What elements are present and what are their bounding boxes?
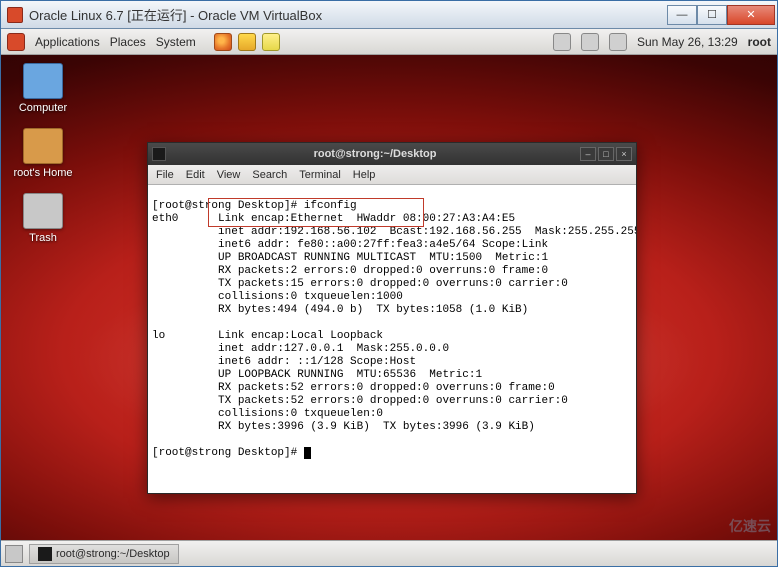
terminal-menu-search[interactable]: Search: [252, 169, 287, 181]
terminal-menu-help[interactable]: Help: [353, 169, 376, 181]
desktop-icon-computer[interactable]: Computer: [11, 63, 75, 114]
menu-system[interactable]: System: [156, 35, 196, 49]
desktop-icon-label: Computer: [11, 102, 75, 114]
outer-titlebar[interactable]: Oracle Linux 6.7 [正在运行] - Oracle VM Virt…: [1, 1, 777, 29]
outer-minimize-button[interactable]: —: [667, 5, 697, 25]
terminal-body[interactable]: [root@strong Desktop]# ifconfig eth0 Lin…: [148, 185, 636, 493]
terminal-output-line: inet addr:192.168.56.102 Bcast:192.168.5…: [152, 226, 636, 238]
taskbar-item-terminal[interactable]: root@strong:~/Desktop: [29, 544, 179, 564]
terminal-menu-view[interactable]: View: [217, 169, 241, 181]
gnome-bottom-panel: root@strong:~/Desktop: [1, 540, 777, 566]
menu-applications[interactable]: Applications: [35, 35, 100, 49]
terminal-icon: [38, 547, 52, 561]
terminal-maximize-button[interactable]: □: [598, 147, 614, 161]
terminal-menu-edit[interactable]: Edit: [186, 169, 205, 181]
terminal-output-line: RX bytes:3996 (3.9 KiB) TX bytes:3996 (3…: [152, 421, 535, 433]
volume-icon[interactable]: [553, 33, 571, 51]
home-folder-icon: [23, 128, 63, 164]
terminal-title: root@strong:~/Desktop: [172, 148, 578, 160]
terminal-output-line: TX packets:52 errors:0 dropped:0 overrun…: [152, 395, 568, 407]
virtualbox-icon: [7, 7, 23, 23]
terminal-output-line: inet addr:127.0.0.1 Mask:255.0.0.0: [152, 343, 449, 355]
clock[interactable]: Sun May 26, 13:29: [637, 35, 738, 49]
terminal-output-line: lo Link encap:Local Loopback: [152, 330, 383, 342]
terminal-menu-terminal[interactable]: Terminal: [299, 169, 341, 181]
terminal-output-line: inet6 addr: ::1/128 Scope:Host: [152, 356, 416, 368]
network-icon[interactable]: [581, 33, 599, 51]
gnome-foot-icon[interactable]: [7, 33, 25, 51]
terminal-output-line: RX packets:52 errors:0 dropped:0 overrun…: [152, 382, 555, 394]
watermark: 亿速云: [729, 516, 771, 536]
terminal-output-line: RX packets:2 errors:0 dropped:0 overruns…: [152, 265, 548, 277]
terminal-output-line: UP BROADCAST RUNNING MULTICAST MTU:1500 …: [152, 252, 548, 264]
computer-icon: [23, 63, 63, 99]
highlight-box: [208, 198, 424, 227]
show-desktop-button[interactable]: [5, 545, 23, 563]
outer-close-button[interactable]: ✕: [727, 5, 775, 25]
menu-places[interactable]: Places: [110, 35, 146, 49]
terminal-output-line: collisions:0 txqueuelen:1000: [152, 291, 403, 303]
terminal-window: root@strong:~/Desktop – □ × File Edit Vi…: [147, 142, 637, 494]
terminal-output-line: inet6 addr: fe80::a00:27ff:fea3:a4e5/64 …: [152, 239, 548, 251]
user-menu[interactable]: root: [748, 35, 771, 49]
mail-icon[interactable]: [238, 33, 256, 51]
virtualbox-window: Oracle Linux 6.7 [正在运行] - Oracle VM Virt…: [0, 0, 778, 567]
terminal-output-line: collisions:0 txqueuelen:0: [152, 408, 383, 420]
gnome-top-panel: Applications Places System Sun May 26, 1…: [1, 29, 777, 55]
battery-icon[interactable]: [609, 33, 627, 51]
desktop-icon-label: Trash: [11, 232, 75, 244]
terminal-prompt: [root@strong Desktop]#: [152, 447, 304, 459]
notes-icon[interactable]: [262, 33, 280, 51]
terminal-minimize-button[interactable]: –: [580, 147, 596, 161]
trash-icon: [23, 193, 63, 229]
desktop-icon-home[interactable]: root's Home: [11, 128, 75, 179]
terminal-output-line: TX packets:15 errors:0 dropped:0 overrun…: [152, 278, 568, 290]
outer-maximize-button[interactable]: ☐: [697, 5, 727, 25]
terminal-icon: [152, 147, 166, 161]
terminal-close-button[interactable]: ×: [616, 147, 632, 161]
terminal-menu-file[interactable]: File: [156, 169, 174, 181]
outer-window-title: Oracle Linux 6.7 [正在运行] - Oracle VM Virt…: [29, 5, 667, 24]
terminal-menubar: File Edit View Search Terminal Help: [148, 165, 636, 185]
vm-screen: Applications Places System Sun May 26, 1…: [1, 29, 777, 566]
terminal-output-line: RX bytes:494 (494.0 b) TX bytes:1058 (1.…: [152, 304, 528, 316]
firefox-icon[interactable]: [214, 33, 232, 51]
terminal-output-line: UP LOOPBACK RUNNING MTU:65536 Metric:1: [152, 369, 482, 381]
desktop-icon-label: root's Home: [11, 167, 75, 179]
desktop-icon-trash[interactable]: Trash: [11, 193, 75, 244]
terminal-titlebar[interactable]: root@strong:~/Desktop – □ ×: [148, 143, 636, 165]
terminal-cursor: [304, 447, 311, 459]
taskbar-item-label: root@strong:~/Desktop: [56, 548, 170, 560]
desktop-icons: Computer root's Home Trash: [11, 63, 75, 244]
